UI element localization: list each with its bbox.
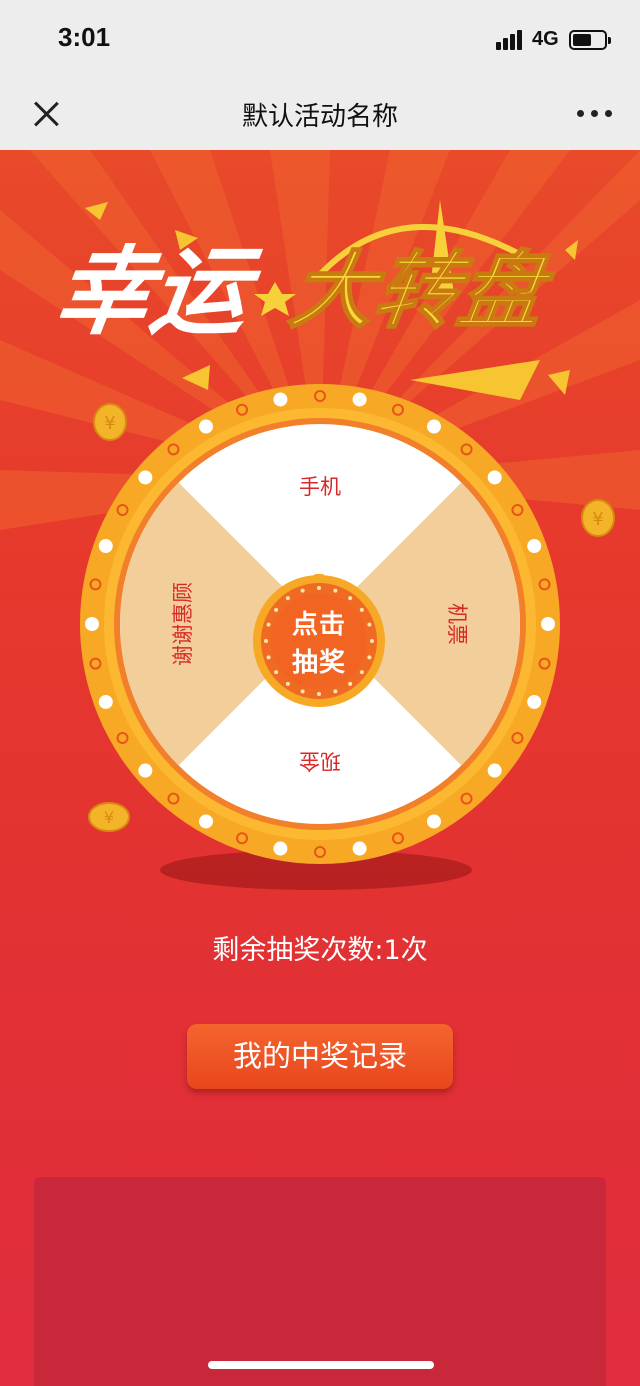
rim-bulb bbox=[352, 841, 367, 856]
prize-label-top: 手机 bbox=[299, 475, 341, 499]
rim-bulb bbox=[199, 814, 213, 829]
svg-text:¥: ¥ bbox=[592, 509, 603, 530]
bottom-panel bbox=[34, 1177, 606, 1386]
battery-icon bbox=[569, 30, 611, 50]
prize-label-right: 机票 bbox=[445, 603, 469, 645]
network-label: 4G bbox=[532, 28, 559, 50]
center-dot bbox=[348, 681, 353, 686]
center-dot bbox=[348, 596, 353, 601]
draw-label-1: 点击 bbox=[291, 610, 346, 640]
coin-icon: ¥ bbox=[581, 499, 615, 537]
remaining-draws: 剩余抽奖次数:1次 bbox=[212, 935, 428, 966]
page-title: 默认活动名称 bbox=[241, 102, 398, 132]
status-bar: 3:01 4G bbox=[0, 0, 640, 78]
rim-bulb bbox=[427, 419, 441, 434]
center-dot bbox=[333, 588, 338, 593]
rim-bulb bbox=[85, 617, 99, 631]
home-indicator bbox=[208, 1361, 434, 1369]
rim-bulb bbox=[427, 814, 441, 829]
prize-label-left: 谢谢惠顾 bbox=[171, 582, 195, 666]
rim-bulb bbox=[138, 763, 153, 778]
rim-bulb bbox=[273, 841, 288, 856]
rim-bulb bbox=[138, 470, 153, 485]
draw-button[interactable]: 点击 抽奖 bbox=[252, 574, 386, 708]
status-time: 3:01 bbox=[58, 22, 111, 52]
rim-bulb bbox=[273, 392, 288, 407]
rim-bulb bbox=[98, 539, 113, 554]
center-dot bbox=[317, 692, 321, 696]
rim-bulb bbox=[527, 539, 542, 554]
my-records-button[interactable]: 我的中奖记录 bbox=[187, 1024, 453, 1089]
nav-bar: 默认活动名称 bbox=[0, 78, 640, 150]
title-text-2: 大转盘 bbox=[284, 242, 559, 340]
lottery-page: 幸运 大转盘 ¥ ¥ ¥ 手机 机票 现金 谢谢惠顾 点击 抽奖 剩余抽奖次数:… bbox=[0, 150, 640, 1386]
rim-bulb bbox=[527, 694, 542, 709]
center-dot bbox=[300, 588, 305, 593]
rim-bulb bbox=[352, 392, 367, 407]
rim-bulb bbox=[541, 617, 555, 631]
center-dot bbox=[317, 586, 321, 590]
signal-icon bbox=[496, 30, 526, 50]
center-dot bbox=[285, 596, 290, 601]
title-text-1: 幸运 bbox=[60, 235, 267, 347]
rim-bulb bbox=[98, 694, 113, 709]
prize-label-bottom: 现金 bbox=[299, 749, 341, 773]
center-dot bbox=[300, 689, 305, 694]
more-icon[interactable] bbox=[575, 108, 615, 120]
pointer-icon bbox=[253, 574, 385, 707]
rim-bulb bbox=[487, 763, 502, 778]
rim-bulb bbox=[487, 470, 502, 485]
lucky-wheel-title: 幸运 大转盘 bbox=[60, 200, 578, 400]
rim-bulb bbox=[199, 419, 213, 434]
center-dot bbox=[333, 689, 338, 694]
draw-label-2: 抽奖 bbox=[291, 648, 346, 678]
center-dot bbox=[285, 681, 290, 686]
